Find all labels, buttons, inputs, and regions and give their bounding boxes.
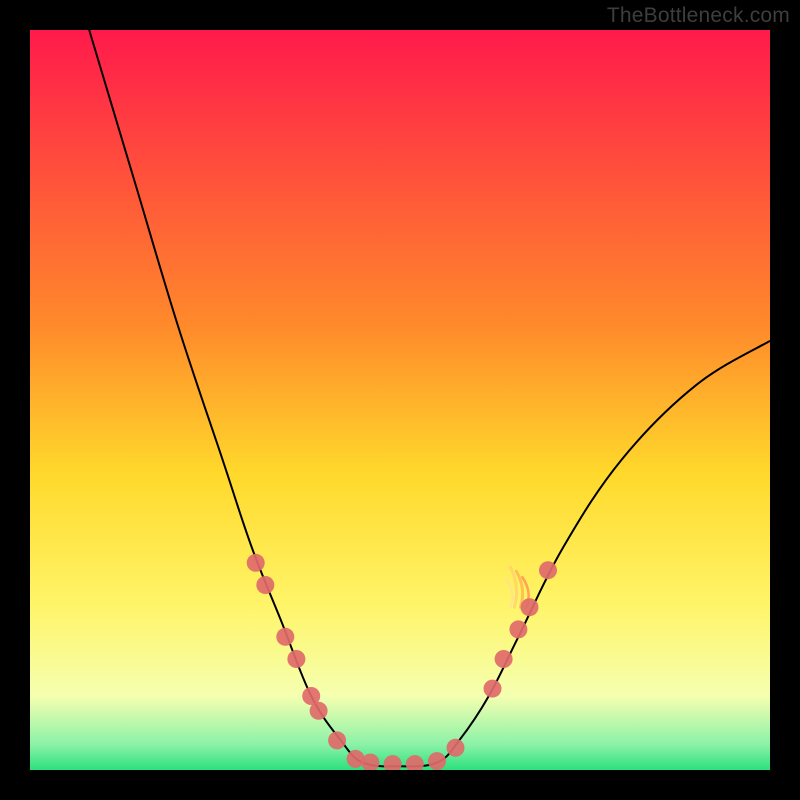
data-marker [447, 739, 465, 757]
data-marker [276, 628, 294, 646]
plot-background [30, 30, 770, 770]
data-marker [406, 755, 424, 773]
data-marker [247, 554, 265, 572]
data-marker [384, 755, 402, 773]
data-marker [287, 650, 305, 668]
data-marker [328, 731, 346, 749]
attribution-label: TheBottleneck.com [607, 4, 790, 28]
data-marker [521, 598, 539, 616]
data-marker [361, 754, 379, 772]
bottleneck-chart [0, 0, 800, 800]
chart-stage: TheBottleneck.com [0, 0, 800, 800]
data-marker [256, 576, 274, 594]
data-marker [310, 702, 328, 720]
data-marker [428, 752, 446, 770]
data-marker [495, 650, 513, 668]
data-marker [539, 561, 557, 579]
data-marker [484, 680, 502, 698]
data-marker [509, 620, 527, 638]
